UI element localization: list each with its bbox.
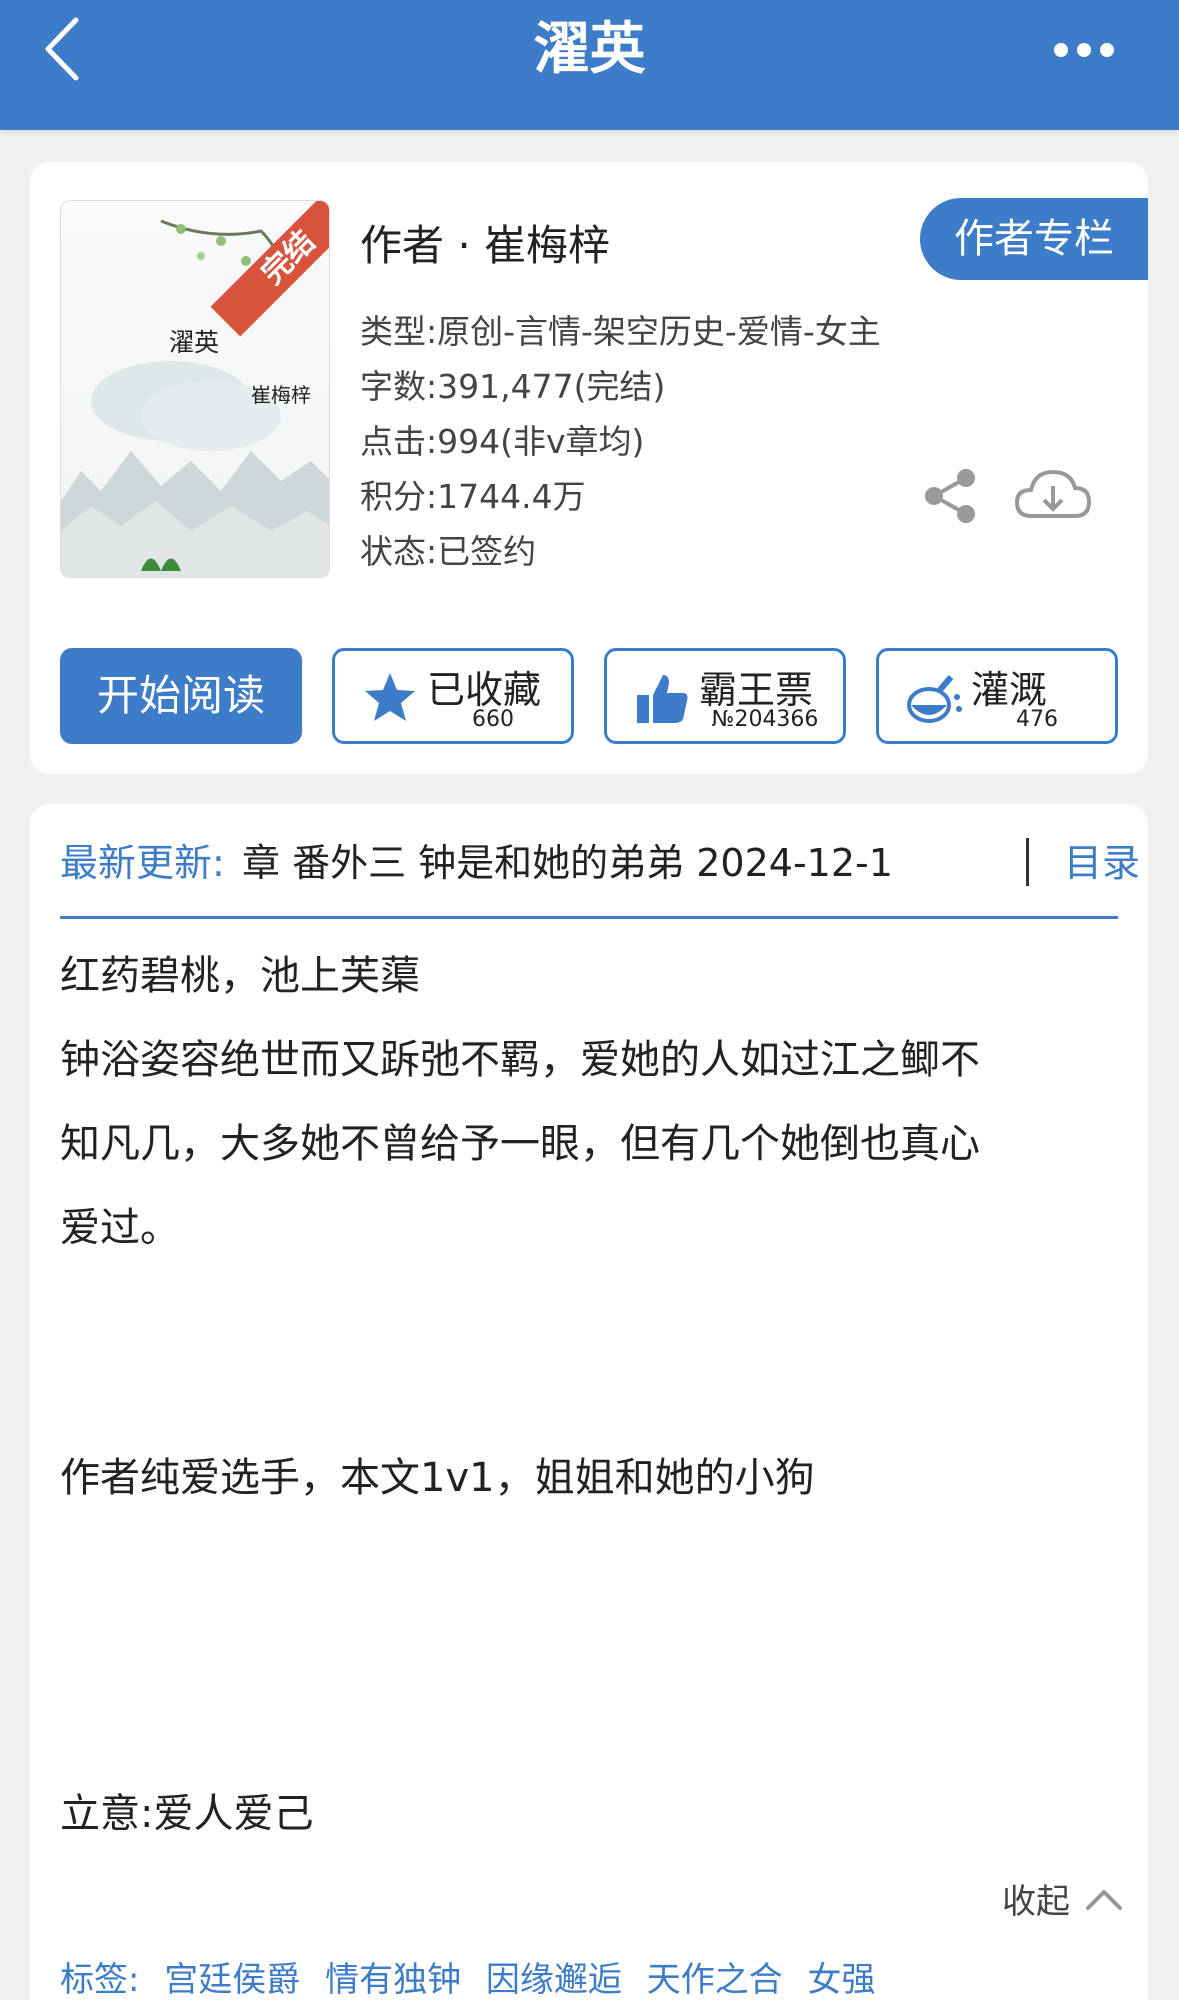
favorite-count: 660 [472, 707, 514, 732]
divider [1026, 838, 1029, 886]
author-column-button[interactable]: 作者专栏 [920, 198, 1148, 280]
book-description-card: 最新更新: 章 番外三 钟是和她的弟弟 2024-12-1 目录 红药碧桃，池上… [30, 804, 1148, 2000]
collapse-button[interactable]: 收起 [1002, 1874, 1070, 1923]
favorite-label: 已收藏 [427, 668, 542, 712]
flask-icon [907, 675, 962, 723]
overlord-ticket-button[interactable]: 霸王票 №204366 [604, 648, 846, 744]
table-of-contents-link[interactable]: 目录 [1064, 832, 1140, 887]
description-line: 作者纯爱选手，本文1v1，姐姐和她的小狗 [60, 1455, 815, 1501]
meta-status: 状态:已签约 [360, 532, 537, 571]
meta-clicks: 点击:994(非v章均) [360, 422, 645, 461]
meta-word-count: 字数:391,477(完结) [360, 367, 666, 406]
favorite-button[interactable]: 已收藏 660 [332, 648, 574, 744]
share-icon[interactable] [920, 466, 980, 526]
meta-score: 积分:1744.4万 [360, 477, 586, 516]
tags-label: 标签: [60, 1960, 140, 2000]
tag-item[interactable]: 女强 [808, 1960, 876, 2000]
thumbs-up-icon [637, 675, 688, 723]
overlord-label: 霸王票 [699, 668, 814, 712]
tag-item[interactable]: 因缘邂逅 [486, 1960, 622, 2000]
book-cover[interactable]: 濯英 崔梅梓 完结 [60, 200, 330, 578]
latest-update-row[interactable]: 最新更新: 章 番外三 钟是和她的弟弟 2024-12-1 目录 [60, 832, 1140, 892]
page-title: 濯英 [533, 17, 646, 82]
cover-author: 崔梅梓 [251, 383, 311, 407]
description-line: 红药碧桃，池上芙蕖 [60, 953, 420, 999]
meta-genre: 类型:原创-言情-架空历史-爱情-女主 [360, 312, 881, 351]
latest-update-text[interactable]: 章 番外三 钟是和她的弟弟 2024-12-1 [242, 832, 1002, 887]
description-line: 知凡几，大多她不曾给予一眼，但有几个她倒也真心 [60, 1121, 980, 1167]
description-line: 钟浴姿容绝世而又跅弛不羁，爱她的人如过江之鲫不 [60, 1037, 980, 1083]
cover-title: 濯英 [169, 328, 220, 357]
cloud-download-icon[interactable] [1013, 464, 1093, 526]
overlord-count: №204366 [711, 707, 819, 732]
nutrient-button[interactable]: 灌溉 476 [876, 648, 1118, 744]
start-reading-button[interactable]: 开始阅读 [60, 648, 302, 744]
description-line: 立意:爱人爱己 [60, 1791, 314, 1837]
description-line: 爱过。 [60, 1205, 180, 1251]
author-name[interactable]: 作者 · 崔梅梓 [360, 212, 610, 273]
nutrient-count: 476 [1016, 707, 1058, 732]
nav-bar: 濯英 [0, 0, 1179, 130]
nutrient-label: 灌溉 [971, 668, 1048, 712]
chevron-up-icon[interactable] [1084, 1886, 1124, 1912]
section-divider [60, 916, 1118, 919]
tag-item[interactable]: 宫廷侯爵 [164, 1960, 300, 2000]
tag-item[interactable]: 天作之合 [647, 1960, 783, 2000]
star-icon [365, 673, 415, 721]
tag-item[interactable]: 情有独钟 [325, 1960, 461, 2000]
tag-list: 标签: 宫廷侯爵 情有独钟 因缘邂逅 天作之合 女强 [60, 1952, 890, 2000]
latest-update-label: 最新更新: [60, 841, 225, 885]
book-info-card: 濯英 崔梅梓 完结 作者 · 崔梅梓 作者专栏 类型:原创-言情-架空历史-爱情… [30, 162, 1148, 774]
more-icon[interactable] [1049, 38, 1119, 62]
